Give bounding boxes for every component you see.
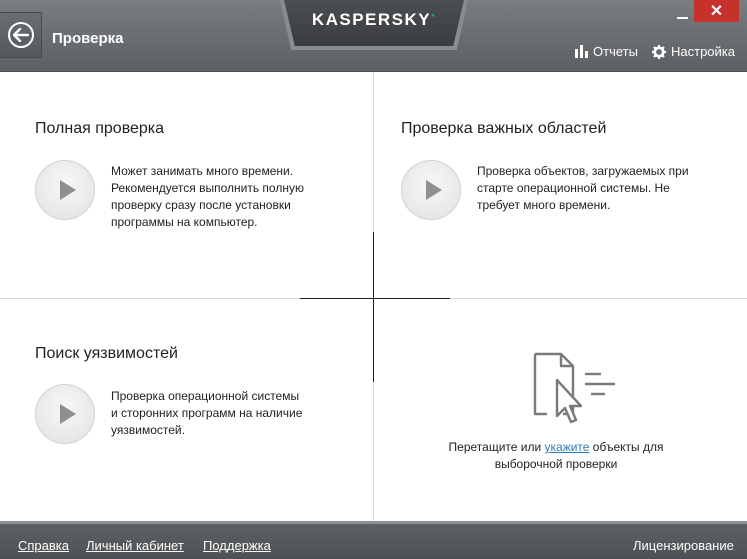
reports-label: Отчеты <box>593 44 638 59</box>
full-scan-play-button[interactable] <box>35 160 95 220</box>
logo: KASPERSKY▪ <box>284 0 464 46</box>
critical-scan-title: Проверка важных областей <box>401 120 607 137</box>
logo-accent-icon: ▪ <box>431 10 437 22</box>
close-icon: ✕ <box>709 3 724 20</box>
play-icon <box>59 180 76 200</box>
critical-scan-play-button[interactable] <box>401 160 461 220</box>
critical-scan-description: Проверка объектов, загружаемых при старт… <box>477 164 689 212</box>
close-button[interactable]: ✕ <box>694 0 739 22</box>
play-icon <box>425 180 442 200</box>
bar-chart-icon <box>575 45 588 58</box>
back-button[interactable] <box>0 12 42 58</box>
back-arrow-icon <box>7 22 34 48</box>
support-link[interactable]: Поддержка <box>203 538 271 553</box>
custom-scan-text-before: Перетащите или <box>448 440 545 454</box>
file-cursor-icon <box>533 352 615 424</box>
reports-link[interactable]: Отчеты <box>575 44 638 59</box>
account-link[interactable]: Личный кабинет <box>86 538 184 553</box>
title-bar: Проверка KASPERSKY▪ ✕ Отчеты Настройка <box>0 0 747 72</box>
footer-bar: Справка Личный кабинет Поддержка Лицензи… <box>0 521 747 559</box>
page-title: Проверка <box>52 30 124 47</box>
custom-scan-text: Перетащите или укажите объекты для выбор… <box>440 439 672 473</box>
settings-label: Настройка <box>671 44 735 59</box>
select-objects-link[interactable]: укажите <box>545 440 590 454</box>
minimize-button[interactable] <box>670 4 694 22</box>
full-scan-title: Полная проверка <box>35 120 165 137</box>
settings-link[interactable]: Настройка <box>652 44 735 59</box>
licensing-link[interactable]: Лицензирование <box>633 538 734 553</box>
logo-text: KASPERSKY <box>311 10 432 29</box>
minimize-icon <box>676 17 688 19</box>
vuln-scan-description: Проверка операционной системы и сторонни… <box>111 389 303 437</box>
center-cross-horizontal <box>300 298 450 299</box>
center-cross-vertical <box>373 232 374 382</box>
vuln-scan-play-button[interactable] <box>35 384 95 444</box>
custom-scan-text-line2: выборочной проверки <box>494 457 618 471</box>
full-scan-description: Может занимать много времени. Рекомендуе… <box>111 164 304 229</box>
help-link[interactable]: Справка <box>18 538 69 553</box>
play-icon <box>59 404 76 424</box>
vuln-scan-title: Поиск уязвимостей <box>35 345 178 362</box>
custom-scan-text-after: объекты для <box>589 440 664 454</box>
gear-icon <box>652 44 666 59</box>
